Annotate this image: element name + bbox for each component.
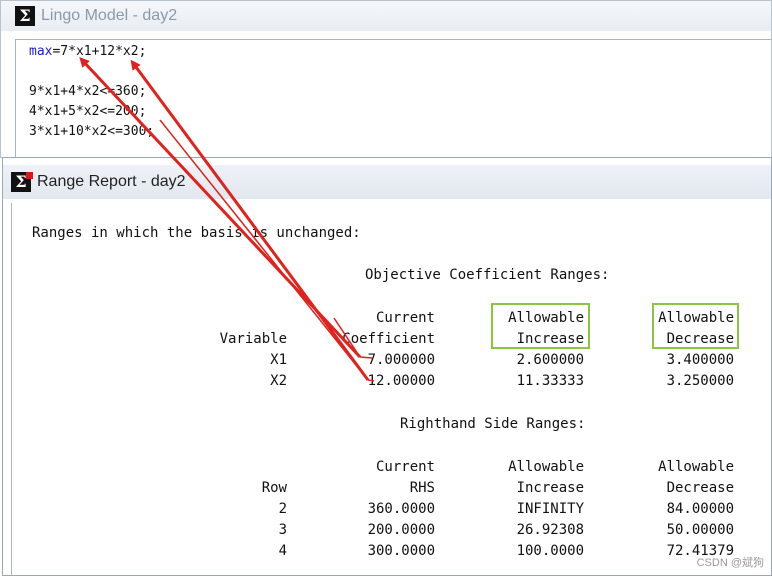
rhs-header-increase: Increase xyxy=(516,480,584,496)
rhs-row-decrease: 50.00000 xyxy=(666,522,734,538)
rhs-row-name: 4 xyxy=(278,543,287,559)
objective-row-current: 12.00000 xyxy=(367,373,435,389)
report-body: Ranges in which the basis is unchanged: … xyxy=(11,203,771,575)
rhs-header-current: Current xyxy=(375,459,435,475)
rhs-row-increase: INFINITY xyxy=(516,501,584,517)
rhs-row-increase: 26.92308 xyxy=(516,522,584,538)
objective-ranges-heading: Objective Coefficient Ranges: xyxy=(365,267,610,283)
rhs-header-decrease: Decrease xyxy=(666,480,734,496)
objective-row-decrease: 3.400000 xyxy=(666,352,734,368)
objective-row-increase: 11.33333 xyxy=(516,373,584,389)
increase-highlight-box xyxy=(491,303,590,349)
range-titlebar[interactable]: Σ Range Report - day2 xyxy=(3,165,771,199)
header-current: Current xyxy=(375,310,435,326)
rhs-row-name: 3 xyxy=(278,522,287,538)
objective-row-current: 7.000000 xyxy=(367,352,435,368)
model-window-title: Lingo Model - day2 xyxy=(41,7,178,24)
report-intro: Ranges in which the basis is unchanged: xyxy=(32,225,361,241)
rhs-row-current: 300.0000 xyxy=(367,543,435,559)
model-titlebar[interactable]: Σ Lingo Model - day2 xyxy=(1,1,771,31)
rhs-row-current: 200.0000 xyxy=(367,522,435,538)
objective-row-name: X2 xyxy=(270,373,287,389)
rhs-header-allowable-decrease: Allowable xyxy=(658,459,734,475)
code-line-objective[interactable]: max=7*x1+12*x2; xyxy=(29,44,146,59)
rhs-row-increase: 100.0000 xyxy=(516,543,584,559)
code-keyword-max: max xyxy=(29,44,53,59)
model-editor[interactable]: max=7*x1+12*x2; 9*x1+4*x2<=360; 4*x1+5*x… xyxy=(15,39,771,157)
rhs-header-row: Row xyxy=(261,480,287,496)
rhs-ranges-heading: Righthand Side Ranges: xyxy=(400,416,586,432)
rhs-header-allowable-increase: Allowable xyxy=(508,459,584,475)
code-line-constraint-3[interactable]: 3*x1+10*x2<=300; xyxy=(29,124,154,139)
lingo-model-window[interactable]: Σ Lingo Model - day2 max=7*x1+12*x2; 9*x… xyxy=(0,0,772,158)
lingo-sigma-icon: Σ xyxy=(11,172,33,192)
range-report-window[interactable]: Σ Range Report - day2 Ranges in which th… xyxy=(2,157,772,576)
rhs-row-current: 360.0000 xyxy=(367,501,435,517)
rhs-row-name: 2 xyxy=(278,501,287,517)
code-line-constraint-2[interactable]: 4*x1+5*x2<=200; xyxy=(29,104,146,119)
objective-row-decrease: 3.250000 xyxy=(666,373,734,389)
rhs-row-decrease: 84.00000 xyxy=(666,501,734,517)
code-objective-expression: =7*x1+12*x2; xyxy=(52,44,147,59)
header-variable: Variable xyxy=(219,331,287,347)
lingo-sigma-icon: Σ xyxy=(15,6,35,26)
range-window-title: Range Report - day2 xyxy=(37,173,186,190)
rhs-header-rhs: RHS xyxy=(409,480,435,496)
header-coefficient: Coefficient xyxy=(342,331,435,347)
decrease-highlight-box xyxy=(652,303,739,349)
watermark: CSDN @斌狗 xyxy=(696,557,764,569)
objective-row-increase: 2.600000 xyxy=(516,352,584,368)
code-line-constraint-1[interactable]: 9*x1+4*x2<=360; xyxy=(29,84,146,99)
objective-row-name: X1 xyxy=(270,352,287,368)
